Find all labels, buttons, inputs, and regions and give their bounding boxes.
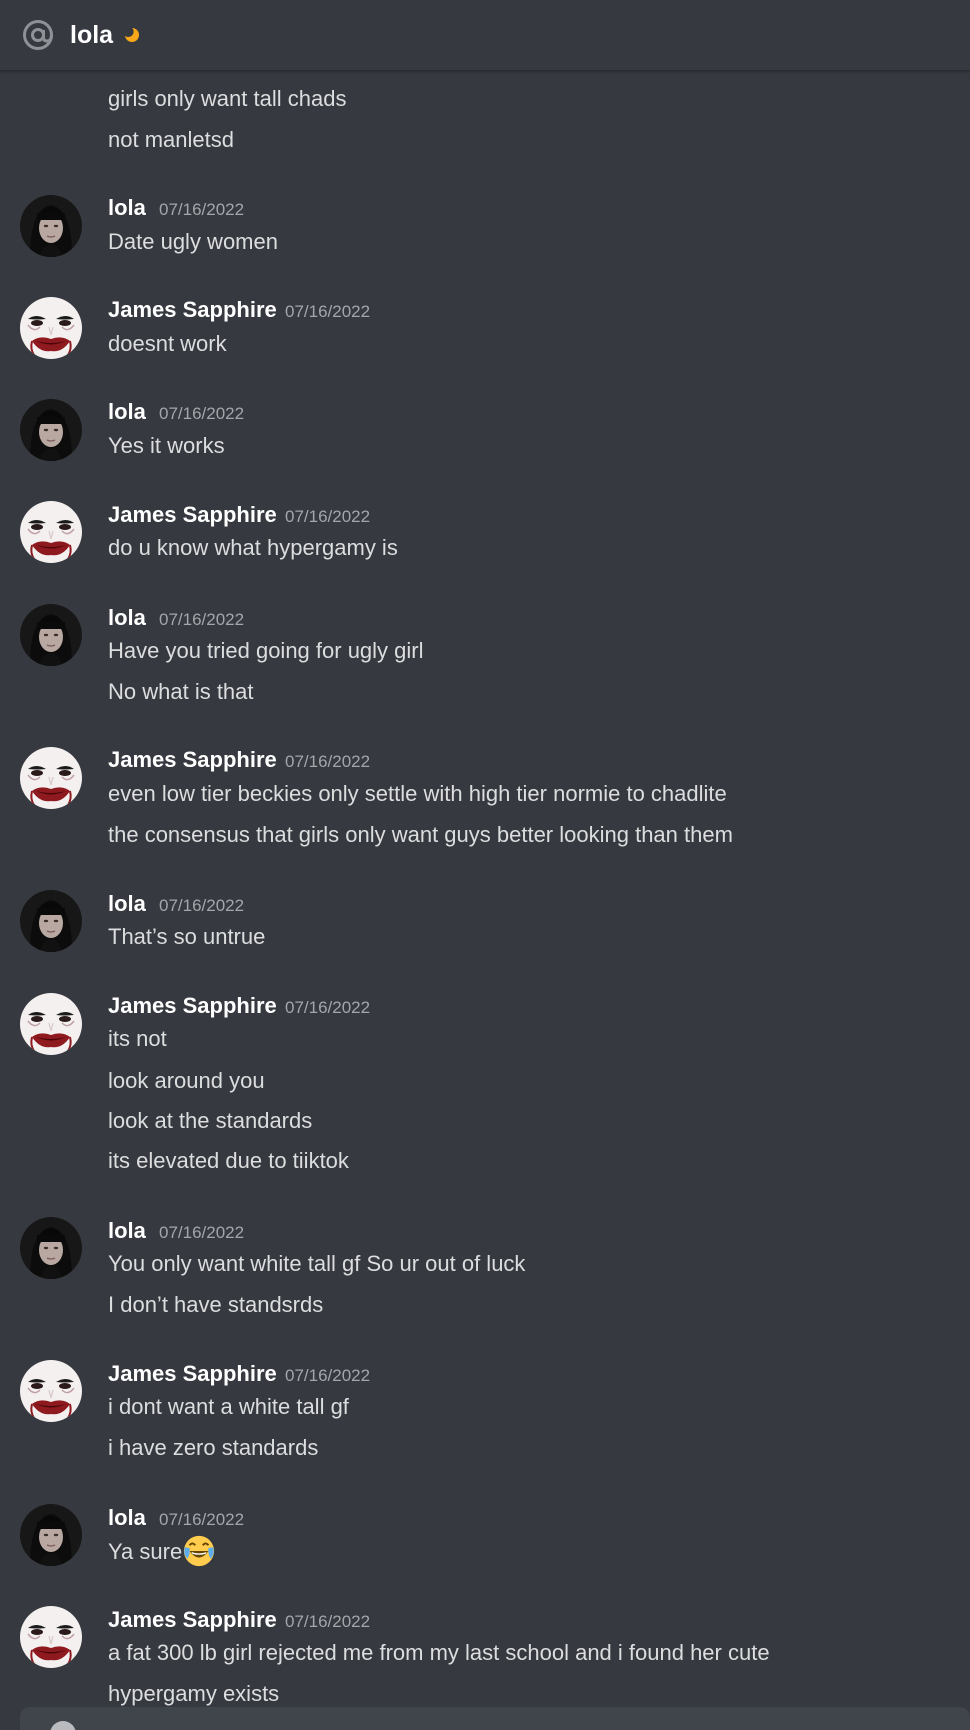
message-text: even low tier beckies only settle with h…	[108, 781, 727, 806]
timestamp: 07/16/2022	[285, 507, 371, 526]
message-text: Ya sure	[108, 1538, 183, 1564]
message-text: the consensus that girls only want guys …	[108, 822, 733, 847]
joy-emoji	[184, 1535, 215, 1567]
message-text: not manletsd	[108, 127, 234, 152]
at-icon	[23, 20, 53, 50]
message-text: I don’t have standsrds	[108, 1292, 324, 1317]
avatar[interactable]	[20, 993, 82, 1055]
avatar[interactable]	[20, 604, 82, 666]
message-text: Yes it works	[108, 433, 225, 458]
timestamp: 07/16/2022	[159, 610, 245, 629]
timestamp: 07/16/2022	[159, 404, 245, 423]
message-text: Have you tried going for ugly girl	[108, 638, 424, 663]
channel-title: lola	[70, 21, 114, 49]
message-text: i have zero standards	[108, 1435, 319, 1460]
timestamp: 07/16/2022	[159, 896, 245, 915]
avatar[interactable]	[20, 1360, 82, 1422]
message-text: i dont want a white tall gf	[108, 1394, 349, 1419]
timestamp: 07/16/2022	[285, 752, 371, 771]
avatar[interactable]	[20, 1606, 82, 1668]
avatar[interactable]	[20, 1504, 82, 1566]
message-text: That’s so untrue	[108, 924, 266, 949]
message-text: its elevated due to tiiktok	[108, 1148, 349, 1173]
attach-icon[interactable]	[50, 1721, 76, 1730]
message-text: Date ugly women	[108, 229, 278, 254]
username[interactable]: lola	[108, 889, 146, 919]
timestamp: 07/16/2022	[285, 302, 371, 321]
username[interactable]: lola	[108, 603, 146, 633]
avatar[interactable]	[20, 747, 82, 809]
username[interactable]: James Sapphire	[108, 295, 277, 325]
username[interactable]: James Sapphire	[108, 500, 277, 530]
avatar[interactable]	[20, 195, 82, 257]
message-list[interactable]: girls only want tall chads not manletsd …	[0, 71, 970, 1730]
avatar[interactable]	[20, 297, 82, 359]
username[interactable]: James Sapphire	[108, 991, 277, 1021]
moon-icon	[124, 27, 139, 42]
message-text: hypergamy exists	[108, 1681, 280, 1706]
dm-window: lola girls only want tall chads not manl…	[0, 0, 970, 1730]
timestamp: 07/16/2022	[285, 1366, 371, 1385]
username[interactable]: lola	[108, 193, 146, 223]
avatar[interactable]	[20, 501, 82, 563]
message-input[interactable]	[20, 1707, 970, 1730]
avatar[interactable]	[20, 890, 82, 952]
message-text: its not	[108, 1026, 167, 1051]
avatar[interactable]	[20, 399, 82, 461]
username[interactable]: lola	[108, 397, 146, 427]
username[interactable]: James Sapphire	[108, 1605, 277, 1635]
channel-header: lola	[0, 0, 970, 71]
message-line: Ya sure	[108, 1535, 216, 1570]
timestamp: 07/16/2022	[159, 200, 245, 219]
message-text: doesnt work	[108, 331, 227, 356]
username[interactable]: James Sapphire	[108, 745, 277, 775]
message-text: No what is that	[108, 679, 254, 704]
message-text: girls only want tall chads	[108, 86, 347, 111]
message-text: a fat 300 lb girl rejected me from my la…	[108, 1640, 770, 1665]
timestamp: 07/16/2022	[159, 1223, 245, 1242]
avatar[interactable]	[20, 1217, 82, 1279]
username[interactable]: James Sapphire	[108, 1359, 277, 1389]
username[interactable]: lola	[108, 1216, 146, 1246]
timestamp: 07/16/2022	[159, 1510, 245, 1529]
username[interactable]: lola	[108, 1503, 146, 1533]
message-text: You only want white tall gf So ur out of…	[108, 1251, 526, 1276]
timestamp: 07/16/2022	[285, 998, 371, 1017]
timestamp: 07/16/2022	[285, 1612, 371, 1631]
message-text: look at the standards	[108, 1108, 313, 1133]
message-text: do u know what hypergamy is	[108, 535, 398, 560]
message-text: look around you	[108, 1068, 265, 1093]
